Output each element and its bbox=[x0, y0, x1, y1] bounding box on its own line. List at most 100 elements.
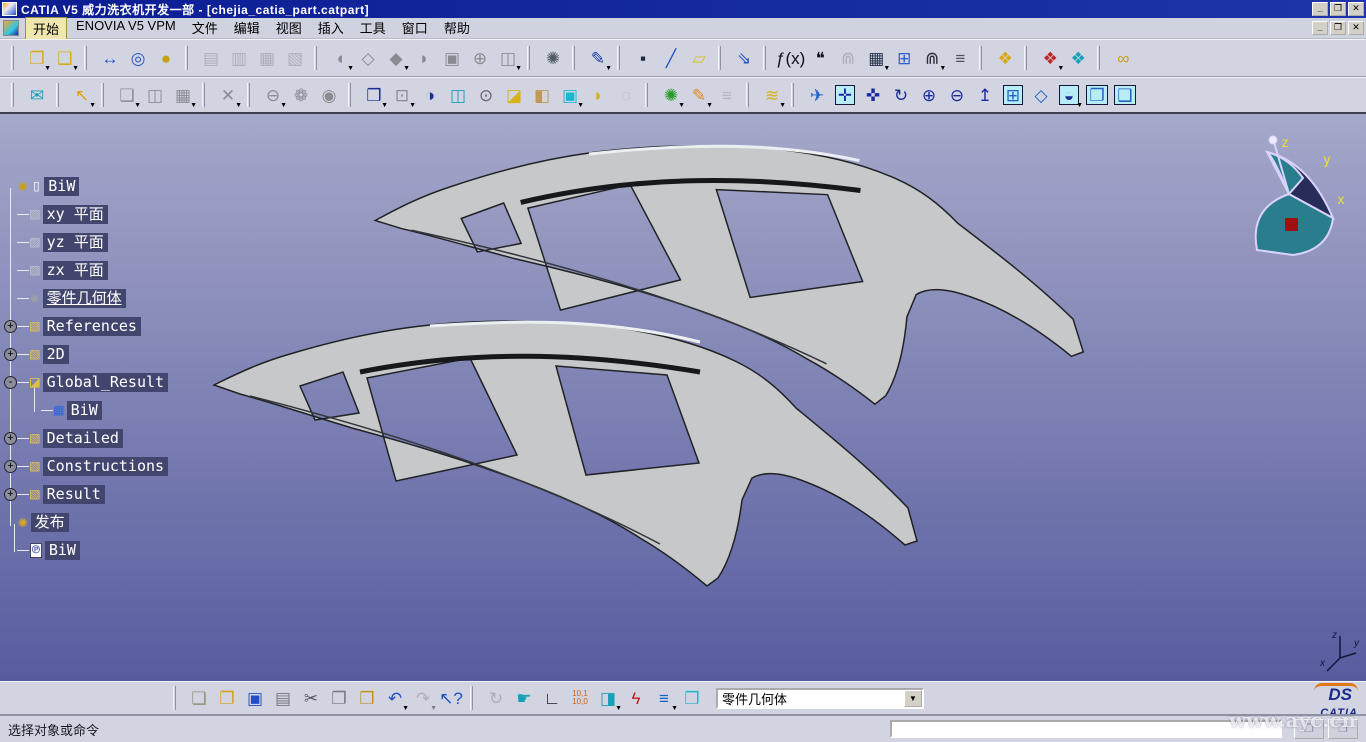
tree-item[interactable]: + ▧ Constructions bbox=[2, 452, 262, 480]
toolbar-grip[interactable] bbox=[791, 83, 794, 107]
toolbar-grip[interactable] bbox=[247, 83, 250, 107]
select-icon[interactable]: ↖ ▼ bbox=[69, 81, 95, 109]
tree-item[interactable]: ▨ xy 平面 bbox=[2, 200, 262, 228]
tree-item[interactable]: ▨ yz 平面 bbox=[2, 228, 262, 256]
send-to-icon[interactable]: ✉ bbox=[24, 81, 50, 109]
redo-icon[interactable]: ↷ ▼ bbox=[410, 684, 436, 712]
menu-item[interactable]: 编辑 bbox=[227, 17, 267, 40]
cut-icon[interactable]: ✂ bbox=[298, 684, 324, 712]
minimize-button[interactable]: _ bbox=[1312, 2, 1328, 16]
tree-node-label[interactable]: Detailed bbox=[43, 429, 123, 448]
manipulation-icon[interactable]: ☛ bbox=[511, 684, 537, 712]
cylinder-icon[interactable]: ◫ bbox=[445, 81, 471, 109]
doc-close-button[interactable]: ✕ bbox=[1348, 21, 1364, 35]
shape-pad-icon[interactable]: ◆ ▼ bbox=[383, 44, 409, 72]
tree-node-label[interactable]: BiW bbox=[45, 541, 80, 560]
toolbar-grip[interactable] bbox=[979, 46, 982, 70]
parameter-tree-icon[interactable]: ⊞ bbox=[891, 44, 917, 72]
tree-node-icon[interactable]: ▨ bbox=[30, 262, 40, 278]
combobox-dropdown-icon[interactable]: ▼ bbox=[904, 690, 922, 707]
tree-item[interactable]: - ◪ Global_Result bbox=[2, 368, 262, 396]
measure-item-icon[interactable]: ◎ bbox=[125, 44, 151, 72]
rotate-icon[interactable]: ↻ bbox=[888, 81, 914, 109]
dropdown-arrow-icon[interactable]: ▼ bbox=[577, 102, 584, 109]
fly-mode-icon[interactable]: ✈ bbox=[804, 81, 830, 109]
look-at-icon[interactable]: ❏ ▼ bbox=[114, 81, 140, 109]
tree-item[interactable]: + ▧ Detailed bbox=[2, 424, 262, 452]
tree-node-label[interactable]: zx 平面 bbox=[43, 261, 108, 280]
toolbar-grip[interactable] bbox=[56, 83, 59, 107]
template-cyan-icon[interactable]: ❖ bbox=[1065, 44, 1091, 72]
dropdown-arrow-icon[interactable]: ▼ bbox=[706, 102, 713, 109]
shape-unfold-icon[interactable]: ▣ bbox=[439, 44, 465, 72]
active-body-combobox[interactable]: 零件几何体 ▼ bbox=[716, 688, 924, 709]
tree-node-icon[interactable]: ✺ bbox=[18, 178, 28, 194]
menu-item[interactable]: 开始 bbox=[25, 17, 67, 40]
dropdown-arrow-icon[interactable]: ▼ bbox=[44, 65, 51, 72]
document-icon[interactable] bbox=[3, 20, 19, 36]
toolbar-grip[interactable] bbox=[11, 83, 14, 107]
fit-all-icon[interactable]: ✛ bbox=[832, 81, 858, 109]
toolbar-grip[interactable] bbox=[763, 46, 766, 70]
boolean-add-icon[interactable]: ▥ bbox=[226, 44, 252, 72]
shape-bend-icon[interactable]: ◗ bbox=[411, 44, 437, 72]
revolve-icon[interactable]: ◑ bbox=[417, 81, 443, 109]
menu-item[interactable]: 工具 bbox=[353, 17, 393, 40]
tree-expander[interactable]: + bbox=[4, 460, 17, 473]
tree-node-label[interactable]: BiW bbox=[67, 401, 102, 420]
doc-minimize-button[interactable]: _ bbox=[1312, 21, 1328, 35]
tree-node-icon[interactable]: ✺ bbox=[30, 290, 40, 306]
tree-node-icon[interactable]: ▧ bbox=[30, 486, 40, 502]
gear-icon[interactable]: ✺ bbox=[540, 44, 566, 72]
new-icon[interactable]: ❏ bbox=[186, 684, 212, 712]
toolbar-grip[interactable] bbox=[746, 83, 749, 107]
dropdown-arrow-icon[interactable]: ▼ bbox=[883, 65, 890, 72]
dropdown-arrow-icon[interactable]: ▼ bbox=[430, 705, 437, 712]
normal-view-icon[interactable]: ↥ bbox=[972, 81, 998, 109]
tree-node-label[interactable]: 2D bbox=[43, 345, 69, 364]
menu-item[interactable]: ENOVIA V5 VPM bbox=[69, 17, 183, 40]
update-icon[interactable]: ↻ bbox=[483, 684, 509, 712]
catalog-list-icon[interactable]: ≡ bbox=[714, 81, 740, 109]
toolbar-grip[interactable] bbox=[348, 83, 351, 107]
tree-expander[interactable]: + bbox=[4, 432, 17, 445]
boolean-assemble-icon[interactable]: ▤ bbox=[198, 44, 224, 72]
tree-item[interactable]: ✺ 零件几何体 bbox=[2, 284, 262, 312]
powercopy-icon[interactable]: ✎ ▼ bbox=[686, 81, 712, 109]
dropdown-arrow-icon[interactable]: ▼ bbox=[403, 65, 410, 72]
dropdown-arrow-icon[interactable]: ▼ bbox=[72, 65, 79, 72]
tree-item[interactable]: ✺ ▯ BiW bbox=[2, 172, 262, 200]
knowledge-values-icon[interactable]: 10,1 10,0 bbox=[567, 684, 593, 712]
tree-node-icon[interactable]: ▨ bbox=[30, 234, 40, 250]
tree-node-icon[interactable]: ▧ bbox=[30, 458, 40, 474]
tree-expander[interactable]: + bbox=[4, 320, 17, 333]
sphere-icon[interactable]: ⊖ ▼ bbox=[260, 81, 286, 109]
dropdown-arrow-icon[interactable]: ▼ bbox=[779, 102, 786, 109]
shape-cut-icon[interactable]: ◇ bbox=[355, 44, 381, 72]
structure-filter-icon[interactable]: ≡ ▼ bbox=[651, 684, 677, 712]
dropdown-arrow-icon[interactable]: ▼ bbox=[409, 102, 416, 109]
3d-viewport[interactable]: ✺ ▯ BiW ▨ xy 平面 bbox=[0, 114, 1366, 681]
toolbar-grip[interactable] bbox=[84, 46, 87, 70]
tree-expander[interactable]: + bbox=[4, 348, 17, 361]
toolbar-grip[interactable] bbox=[173, 686, 176, 710]
dropdown-arrow-icon[interactable]: ▼ bbox=[235, 102, 242, 109]
dropdown-arrow-icon[interactable]: ▼ bbox=[678, 102, 685, 109]
toolbar-grip[interactable] bbox=[11, 46, 14, 70]
dropdown-arrow-icon[interactable]: ▼ bbox=[402, 705, 409, 712]
tree-node-icon[interactable]: ▧ bbox=[30, 318, 40, 334]
menu-item[interactable]: 帮助 bbox=[437, 17, 477, 40]
toolbar-grip[interactable] bbox=[1097, 46, 1100, 70]
tree-node-icon[interactable]: ▧ bbox=[30, 346, 40, 362]
dropdown-arrow-icon[interactable]: ▼ bbox=[605, 65, 612, 72]
dropdown-arrow-icon[interactable]: ▼ bbox=[134, 102, 141, 109]
shape-roll-icon[interactable]: ◖ ▼ bbox=[327, 44, 353, 72]
tree-node-label[interactable]: xy 平面 bbox=[43, 205, 108, 224]
tree-node-label[interactable]: Constructions bbox=[43, 457, 168, 476]
tree-expander[interactable]: - bbox=[4, 376, 17, 389]
formula-icon[interactable]: ƒ(x) bbox=[776, 44, 805, 72]
graph-tree-swap-icon[interactable]: ◨ ▼ bbox=[595, 684, 621, 712]
tree-node-label[interactable]: 发布 bbox=[31, 513, 69, 532]
toolbar-grip[interactable] bbox=[645, 83, 648, 107]
shape-target-icon[interactable]: ⊕ bbox=[467, 44, 493, 72]
